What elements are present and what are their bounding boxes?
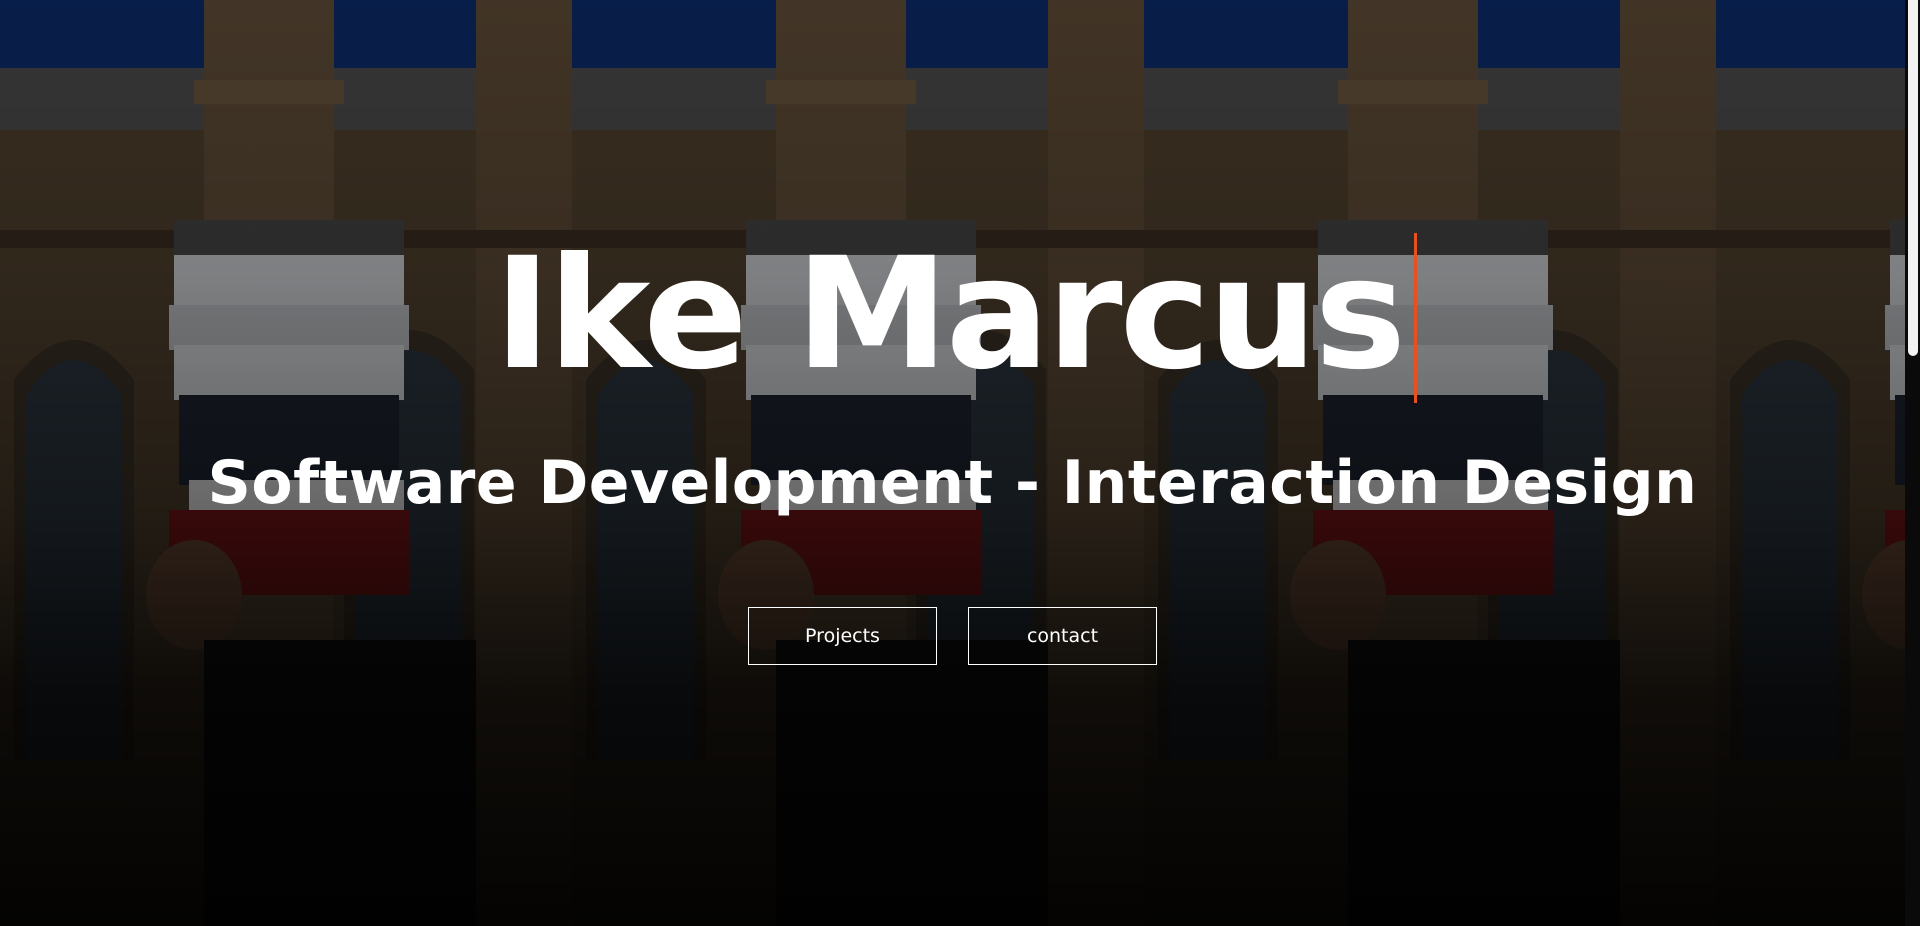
hero-section: Ike Marcus Software Development - Intera… — [0, 0, 1905, 926]
typing-caret — [1414, 233, 1418, 403]
page-scrollbar[interactable] — [1905, 0, 1920, 926]
hero-title-container: Ike Marcus — [0, 225, 1905, 435]
hero-subtitle: Software Development - Interaction Desig… — [207, 448, 1698, 518]
hero-title: Ike Marcus — [493, 225, 1418, 405]
hero-actions: Projects contact — [748, 607, 1157, 665]
contact-button[interactable]: contact — [968, 607, 1157, 665]
scrollbar-thumb[interactable] — [1908, 0, 1918, 356]
projects-button[interactable]: Projects — [748, 607, 937, 665]
hero-title-text: Ike Marcus — [493, 225, 1406, 404]
